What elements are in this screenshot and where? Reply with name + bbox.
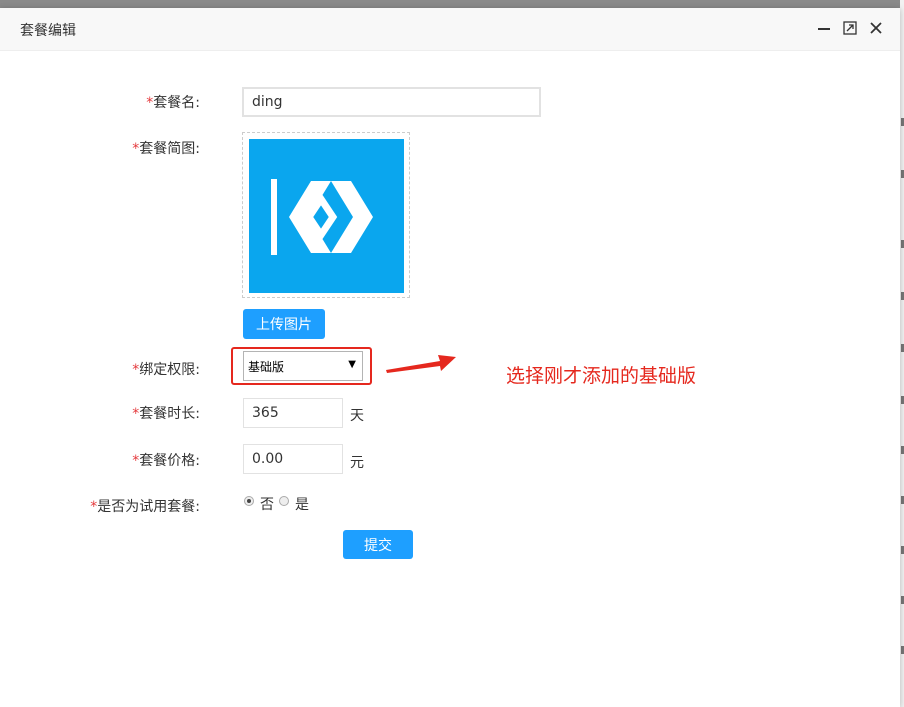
annotation-arrow-icon bbox=[386, 355, 456, 373]
price-unit: 元 bbox=[350, 455, 364, 471]
price-label: *套餐价格: bbox=[132, 453, 200, 469]
package-name-input[interactable]: ding bbox=[242, 87, 541, 117]
dialog-titlebar: 套餐编辑 bbox=[0, 8, 900, 51]
trial-no-label: 否 bbox=[260, 497, 274, 513]
package-image-preview[interactable] bbox=[242, 132, 410, 298]
dialog-title: 套餐编辑 bbox=[20, 23, 76, 39]
duration-input[interactable]: 365 bbox=[243, 398, 343, 428]
duration-label: *套餐时长: bbox=[132, 406, 200, 422]
package-name-label: *套餐名: bbox=[146, 95, 200, 111]
package-image-label: *套餐简图: bbox=[132, 141, 200, 157]
package-logo-image bbox=[249, 139, 404, 293]
upload-image-button[interactable]: 上传图片 bbox=[243, 309, 325, 339]
trial-label: *是否为试用套餐: bbox=[90, 499, 200, 515]
close-icon[interactable] bbox=[866, 18, 886, 38]
permission-label: *绑定权限: bbox=[132, 362, 200, 378]
annotation-text: 选择刚才添加的基础版 bbox=[506, 365, 697, 387]
trial-yes-label: 是 bbox=[295, 497, 309, 513]
annotation-highlight-box bbox=[231, 347, 372, 385]
maximize-icon[interactable] bbox=[840, 18, 860, 38]
package-edit-dialog: 套餐编辑 *套餐名: ding *套餐简图: 上传图片 *绑定权限: 基础版 ▼ bbox=[0, 8, 900, 707]
minimize-icon[interactable] bbox=[814, 18, 834, 38]
duration-unit: 天 bbox=[350, 408, 364, 424]
trial-yes-radio[interactable] bbox=[279, 496, 289, 506]
price-input[interactable]: 0.00 bbox=[243, 444, 343, 474]
submit-button[interactable]: 提交 bbox=[343, 530, 413, 559]
background-strip bbox=[900, 0, 904, 707]
trial-no-radio[interactable] bbox=[244, 496, 254, 506]
